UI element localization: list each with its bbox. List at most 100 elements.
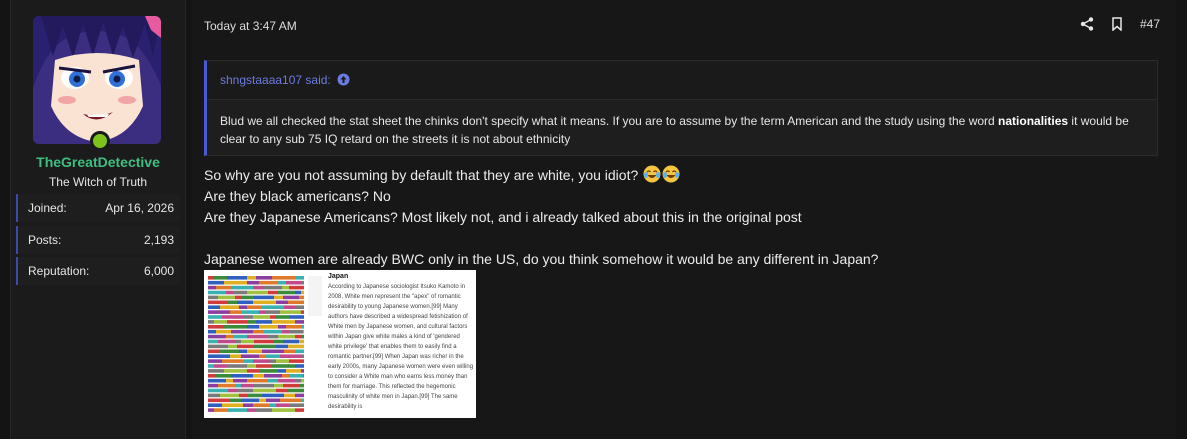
thumbnail-stripe	[241, 339, 254, 344]
thumbnail-stripe	[268, 378, 278, 383]
post-timestamp[interactable]: Today at 3:47 AM	[204, 19, 297, 33]
crying-laughing-emoji-icon	[643, 165, 661, 183]
thumbnail-stripe	[264, 285, 282, 290]
thumbnail-stripe	[243, 359, 253, 363]
thumbnail-stripe	[247, 325, 259, 329]
thumbnail-stripe	[259, 369, 278, 373]
thumbnail-stripe	[214, 364, 227, 368]
thumbnail-stripe	[233, 378, 247, 383]
arrow-up-circle-icon[interactable]	[337, 73, 350, 86]
thumbnail-stripe	[264, 329, 282, 334]
thumbnail-stripe	[253, 300, 276, 305]
thumbnail-stripe	[247, 393, 262, 398]
thumbnail-stripe	[268, 290, 278, 295]
share-icon[interactable]	[1080, 17, 1094, 31]
thumbnail-stripe	[295, 378, 301, 383]
thumbnail-stripe	[247, 378, 268, 383]
thumbnail-stripe	[216, 329, 231, 334]
thumbnail-stripe	[274, 339, 283, 344]
thumbnail-stripe	[208, 339, 218, 344]
thumbnail-stripe	[247, 369, 259, 373]
thumbnail-stripe	[295, 334, 301, 339]
thumbnail-stripe	[220, 349, 239, 354]
thumbnail-stripe	[224, 369, 247, 373]
thumbnail-stripe	[289, 403, 304, 407]
thumbnail-stripe	[208, 276, 214, 280]
thumbnail-stripe	[208, 300, 228, 305]
thumbnail-stripe	[278, 280, 286, 285]
thumbnail-stripe	[208, 285, 216, 290]
thumbnail-stripe	[276, 300, 288, 305]
thumbnail-stripe	[247, 276, 256, 280]
thumbnail-stripe	[208, 280, 224, 285]
thumbnail-stripe	[237, 300, 253, 305]
thumbnail-stripe	[235, 339, 241, 344]
stat-value: Apr 16, 2026	[105, 201, 174, 215]
quote-header: shngstaaaa107 said:	[207, 61, 1157, 100]
thumbnail-stripe	[208, 334, 226, 339]
crying-laughing-emoji-icon	[662, 165, 680, 183]
thumbnail-stripe	[283, 339, 299, 344]
thumbnail-stripe	[208, 398, 230, 403]
attached-image[interactable]: Japan According to Japanese sociologist …	[204, 270, 476, 418]
thumbnail-stripe	[208, 325, 224, 329]
thumbnail-stripe	[253, 285, 264, 290]
stat-label: Reputation:	[28, 264, 90, 278]
thumbnail-stripe	[276, 388, 288, 393]
stat-value: 6,000	[143, 264, 174, 278]
thumbnail-stripe	[256, 276, 272, 280]
thumbnail-stripe	[226, 334, 233, 339]
thumbnail-stripe	[247, 408, 256, 412]
thumbnail-stripe	[266, 354, 280, 358]
thumbnail-stripe	[262, 305, 284, 309]
quote-author-link[interactable]: shngstaaaa107 said:	[220, 73, 331, 87]
message-line: So why are you not assuming by default t…	[204, 167, 639, 183]
thumbnail-stripe	[208, 393, 220, 398]
thumbnail-stripe	[208, 359, 222, 363]
thumbnail-stripe	[208, 364, 214, 368]
thumbnail-stripe	[208, 378, 226, 383]
thumbnail-stripe	[231, 374, 253, 378]
thumbnail-stripe	[289, 315, 304, 319]
thumbnail-stripe	[301, 354, 304, 358]
thumbnail-stripe	[301, 325, 304, 329]
thumbnail-stripe	[295, 364, 304, 368]
thumbnail-stripe	[243, 315, 253, 319]
message-line-blank	[204, 228, 1154, 249]
thumbnail-stripe	[208, 383, 218, 388]
thumbnail-stripe	[222, 315, 243, 319]
message-line: Japanese women are already BWC only in t…	[204, 251, 879, 267]
thumbnail-stripe	[295, 408, 304, 412]
user-avatar[interactable]	[33, 16, 161, 144]
thumbnail-stripe	[220, 393, 239, 398]
thumbnail-stripe	[270, 315, 276, 319]
message-text: So why are you not assuming by default t…	[204, 165, 1154, 270]
thumbnail-stripe	[288, 344, 304, 349]
username-link[interactable]: TheGreatDetective	[11, 154, 185, 170]
thumbnail-stripe	[303, 329, 304, 334]
bookmark-icon[interactable]	[1110, 17, 1124, 32]
quote-text: Blud we all checked the stat sheet the c…	[220, 112, 1145, 148]
thumbnail-stripe	[284, 393, 295, 398]
thumbnail-stripe	[208, 354, 230, 358]
thumbnail-stripe	[208, 315, 222, 319]
thumbnail-stripe	[208, 408, 214, 412]
thumbnail-stripe	[286, 369, 301, 373]
stat-reputation: Reputation: 6,000	[16, 257, 180, 285]
thumbnail-stripe	[247, 320, 256, 324]
thumbnail-stripe	[270, 403, 276, 407]
thumbnail-stripe	[228, 344, 237, 349]
post-number-link[interactable]: #47	[1140, 17, 1160, 31]
thumbnail-stripe	[254, 383, 274, 388]
thumbnail-stripe	[228, 388, 237, 393]
thumbnail-stripe	[253, 374, 264, 378]
post-body: Today at 3:47 AM #47 shngstaaaa107 said:	[192, 0, 1176, 439]
thumbnail-stripe	[259, 354, 266, 358]
thumbnail-stripe	[243, 403, 253, 407]
thumbnail-stripe	[241, 398, 259, 403]
thumbnail-stripe	[208, 310, 230, 314]
thumbnail-stripe	[227, 276, 247, 280]
thumbnail-stripe	[227, 408, 247, 412]
thumbnail-stripe	[286, 325, 301, 329]
thumbnail-stripe	[253, 329, 264, 334]
